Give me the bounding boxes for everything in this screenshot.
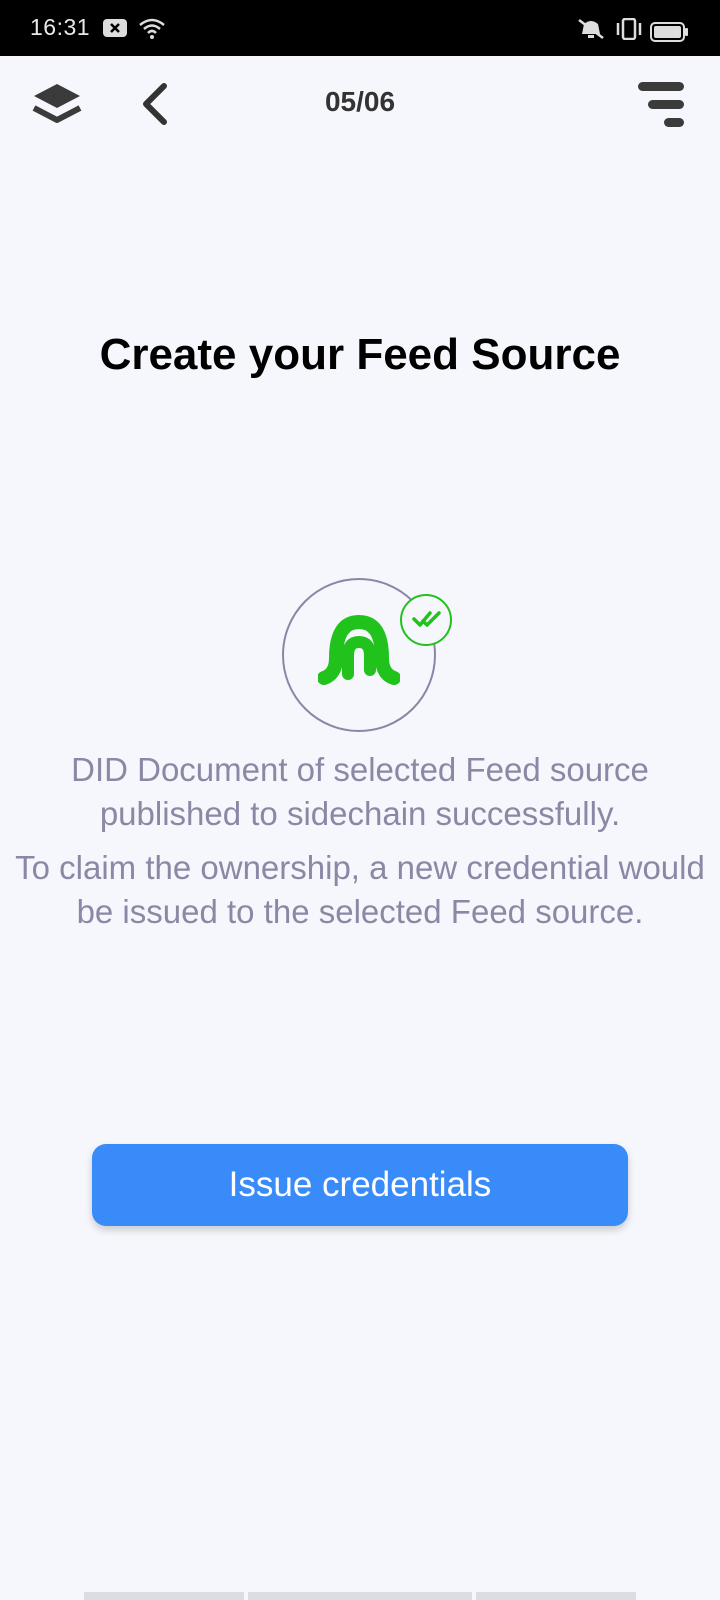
publish-success-message: DID Document of selected Feed source pub… <box>71 751 649 832</box>
battery-icon <box>650 22 690 47</box>
vibrate-icon <box>614 17 644 45</box>
app-bar: 05/06 <box>0 56 720 152</box>
nav-indicator-segment <box>248 1592 472 1600</box>
notification-x-icon <box>102 18 128 43</box>
page-indicator: 05/06 <box>324 86 396 117</box>
nav-indicator-segment <box>84 1592 244 1600</box>
feed-logo-icon <box>317 614 401 701</box>
verified-check-icon <box>400 594 452 646</box>
page-title: Create your Feed Source <box>99 330 621 379</box>
status-time: 16:31 <box>30 14 91 40</box>
feed-source-avatar <box>280 578 452 736</box>
menu-icon[interactable] <box>636 80 686 130</box>
credential-info-message: To claim the ownership, a new credential… <box>15 849 705 930</box>
issue-credentials-button[interactable]: Issue credentials <box>92 1144 628 1226</box>
nav-indicator-segment <box>476 1592 636 1600</box>
status-bar: 16:31 <box>0 0 720 56</box>
wifi-icon <box>138 18 166 45</box>
mute-icon <box>576 18 606 45</box>
